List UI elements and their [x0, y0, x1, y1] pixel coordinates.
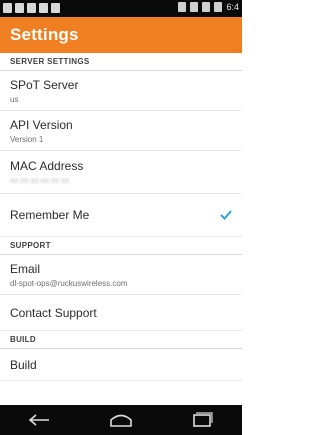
vibrate-icon — [178, 2, 187, 12]
recent-apps-icon[interactable] — [189, 412, 215, 428]
setting-title: Email — [10, 261, 41, 276]
status-bar: 6:4 — [0, 0, 242, 17]
app-bar: Settings — [0, 17, 242, 53]
mac-address-setting[interactable]: MAC Address xx:xx:xx:xx:xx:xx — [0, 151, 242, 194]
battery-icon — [214, 2, 223, 12]
signal-icon — [190, 2, 199, 12]
setting-title: Build — [10, 357, 37, 372]
home-icon[interactable] — [108, 412, 134, 428]
setting-title: SPoT Server — [10, 77, 79, 92]
wifi-icon — [202, 2, 211, 12]
image-icon — [3, 3, 12, 13]
setting-title: Remember Me — [10, 208, 90, 222]
section-header-server-settings: SERVER SETTINGS — [0, 53, 242, 71]
section-header-build: BUILD — [0, 331, 242, 349]
navigation-bar — [0, 405, 242, 435]
setting-subtitle: dl-spot-ops@ruckuswireless.com — [10, 278, 128, 288]
settings-list[interactable]: SERVER SETTINGS SPoT Server us API Versi… — [0, 53, 242, 405]
app-icon — [39, 3, 48, 13]
setting-subtitle: us — [10, 94, 19, 104]
build-setting[interactable]: Build — [0, 349, 242, 381]
back-icon[interactable] — [27, 412, 53, 428]
contact-support-setting[interactable]: Contact Support — [0, 295, 242, 331]
notification-icon — [15, 3, 24, 13]
status-left-icons — [3, 3, 60, 13]
page-title: Settings — [10, 25, 79, 44]
check-icon[interactable] — [220, 210, 232, 220]
setting-title: Contact Support — [10, 305, 97, 320]
status-right-icons: 6:4 — [178, 2, 239, 12]
section-header-support: SUPPORT — [0, 237, 242, 255]
setting-title: API Version — [10, 117, 73, 132]
setting-title: MAC Address — [10, 159, 84, 173]
email-icon — [27, 3, 36, 13]
api-version-setting[interactable]: API Version Version 1 — [0, 111, 242, 151]
status-time: 6:4 — [226, 2, 239, 12]
remember-me-setting[interactable]: Remember Me — [0, 194, 242, 237]
setting-subtitle: xx:xx:xx:xx:xx:xx — [10, 176, 70, 185]
app-icon-2 — [51, 3, 60, 13]
spot-server-setting[interactable]: SPoT Server us — [0, 71, 242, 111]
setting-subtitle: Version 1 — [10, 134, 44, 144]
email-setting[interactable]: Email dl-spot-ops@ruckuswireless.com — [0, 255, 242, 295]
